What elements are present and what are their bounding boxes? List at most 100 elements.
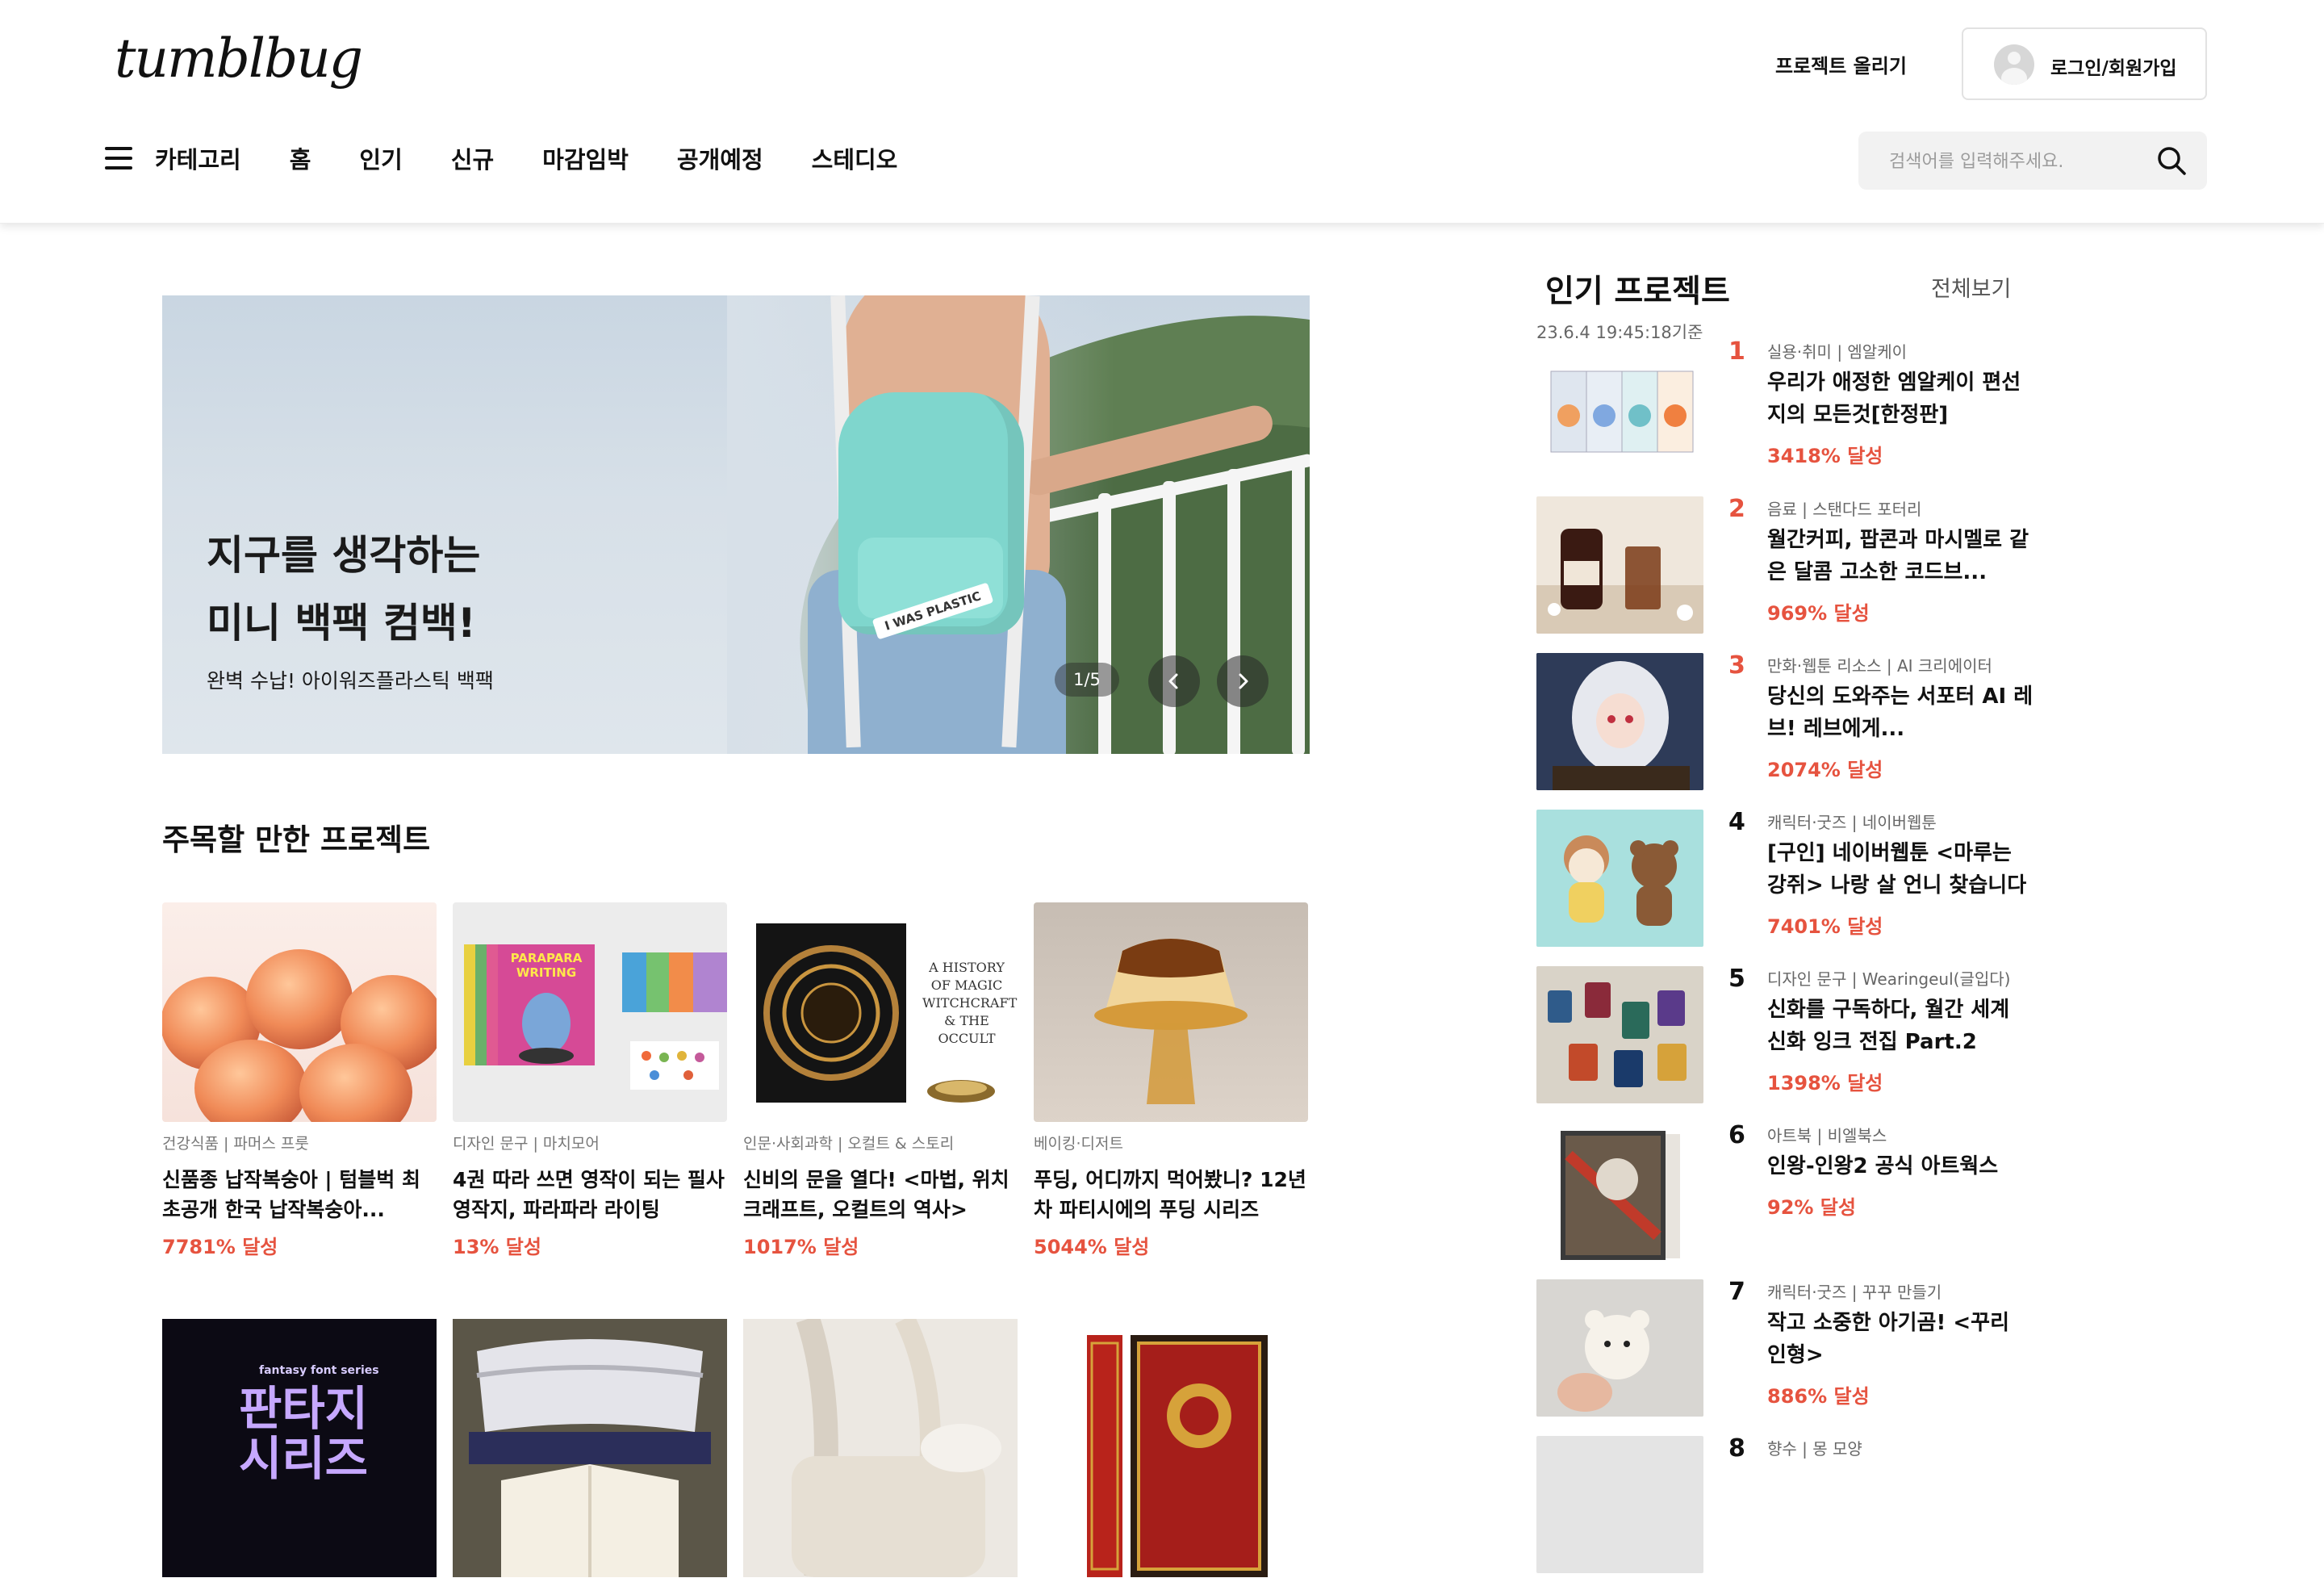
popular-title[interactable]: 인왕-인왕2 공식 아트웍스: [1767, 1150, 2034, 1182]
project-funding-rate: 13% 달성: [453, 1236, 541, 1258]
popular-title[interactable]: 당신의 도와주는 서포터 AI 레브! 레브에게...: [1767, 680, 2034, 745]
popular-thumbnail[interactable]: [1536, 810, 1703, 947]
project-category: 베이킹·디저트: [1034, 1135, 1123, 1153]
pudding-image: [1094, 939, 1248, 1104]
project-funding-rate: 7781% 달성: [162, 1236, 278, 1258]
project-category: 인문·사회과학 | 오컬트 & 스토리: [743, 1135, 955, 1153]
slide-counter: 1/5: [1055, 663, 1119, 697]
project-title[interactable]: 신품종 납작복숭아 | 텀블벅 최초공개 한국 납작복숭아...: [162, 1165, 437, 1224]
popular-item[interactable]: 6 아트북 | 비엘북스 인왕-인왕2 공식 아트웍스 92% 달성: [1536, 1121, 2021, 1265]
upload-project-link[interactable]: 프로젝트 올리기: [1775, 50, 1907, 78]
hero-banner[interactable]: I WAS PLASTIC 지구를 생각하는 미니 백팩 컴백! 완벽 수납! …: [162, 295, 1310, 754]
popular-title[interactable]: 작고 소중한 아기곰! <꾸리 인형>: [1767, 1307, 2034, 1371]
popular-category: 캐릭터·굿즈 | 네이버웹툰: [1767, 813, 1937, 832]
popular-category: 만화·웹툰 리소스 | AI 크리에이터: [1767, 656, 1992, 676]
hero-railing-post: [1098, 493, 1111, 754]
popular-item[interactable]: 1 실용·취미 | 엠알케이 우리가 애정한 엠알케이 편선지의 모든것[한정판…: [1536, 337, 2021, 481]
popular-category: 실용·취미 | 엠알케이: [1767, 342, 1908, 362]
fantasy-series-label: fantasy font series: [259, 1364, 379, 1377]
login-signup-button[interactable]: 로그인/회원가입: [1962, 27, 2207, 100]
hero-railing-post: [1227, 469, 1240, 754]
plush-dolls-image: [1564, 835, 1678, 926]
next-slide-button[interactable]: [1217, 655, 1269, 707]
popular-item[interactable]: 3 만화·웹툰 리소스 | AI 크리에이터 당신의 도와주는 서포터 AI 레…: [1536, 651, 2033, 795]
site-header: tumblbug 프로젝트 올리기 로그인/회원가입 카테고리 홈 인기 신규 …: [0, 0, 2324, 224]
popular-rank: 1: [1728, 337, 1745, 366]
popular-funding-rate: 92% 달성: [1767, 1196, 1856, 1219]
nav-new[interactable]: 신규: [451, 141, 494, 175]
nav-category[interactable]: 카테고리: [155, 141, 241, 175]
project-thumbnail[interactable]: A HISTORY OF MAGIC WITCHCRAFT & THE OCCU…: [743, 902, 1018, 1122]
project-title[interactable]: 신비의 문을 열다! <마법, 위치크래프트, 오컬트의 역사>: [743, 1165, 1018, 1224]
popular-thumbnail[interactable]: [1536, 653, 1703, 790]
artbook-image: [1561, 1131, 1680, 1260]
chevron-right-icon: [1239, 673, 1248, 689]
bear-doll-image: [1536, 1279, 1703, 1417]
project-card[interactable]: PARAPARA WRITING 디자인 문구 | 마치모어 4권 따라 쓰면 …: [453, 902, 727, 1259]
popular-thumbnail[interactable]: [1536, 1436, 1703, 1573]
popular-item[interactable]: 4 캐릭터·굿즈 | 네이버웹툰 [구인] 네이버웹툰 <마루는 강쥐> 나랑 …: [1536, 808, 2026, 952]
hero-railing-post: [1292, 457, 1305, 754]
coffee-image: [1536, 529, 1703, 634]
project-card[interactable]: A HISTORY OF MAGIC WITCHCRAFT & THE OCCU…: [743, 902, 1018, 1259]
popular-rank: 4: [1728, 808, 1745, 836]
popular-title[interactable]: 우리가 애정한 엠알케이 편선지의 모든것[한정판]: [1767, 366, 2034, 431]
project-card[interactable]: 건강식품 | 파머스 프룻 신품종 납작복숭아 | 텀블벅 최초공개 한국 납작…: [162, 902, 437, 1259]
nav-closing-soon[interactable]: 마감임박: [542, 141, 629, 175]
project-thumbnail[interactable]: fantasy font series 판타지 시리즈: [162, 1319, 437, 1577]
popular-title[interactable]: [구인] 네이버웹툰 <마루는 강쥐> 나랑 살 언니 찾습니다: [1767, 837, 2034, 902]
ink-bottles-image: [1548, 982, 1687, 1087]
featured-section-title: 주목할 만한 프로젝트: [162, 822, 431, 857]
popular-category: 향수 | 몽 모양: [1767, 1439, 1862, 1459]
view-all-link[interactable]: 전체보기: [1931, 271, 2011, 303]
logo[interactable]: tumblbug: [115, 27, 363, 90]
popular-category: 음료 | 스탠다드 포터리: [1767, 500, 1922, 519]
project-card[interactable]: 베이킹·디저트 푸딩, 어디까지 먹어봤니? 12년차 파티시에의 푸딩 시리즈…: [1034, 902, 1308, 1259]
project-thumbnail[interactable]: [453, 1319, 727, 1577]
popular-thumbnail[interactable]: [1536, 496, 1703, 634]
popular-category: 아트북 | 비엘북스: [1767, 1126, 1887, 1145]
search-icon[interactable]: [2155, 144, 2188, 177]
workbook-title-text: PARAPARA WRITING: [510, 951, 583, 980]
project-category: 디자인 문구 | 마치모어: [453, 1135, 600, 1153]
popular-rank: 5: [1728, 965, 1745, 993]
nav-home[interactable]: 홈: [290, 141, 311, 175]
project-funding-rate: 1017% 달성: [743, 1236, 859, 1258]
popular-item[interactable]: 5 디자인 문구 | Wearingeul(글입다) 신화를 구독하다, 월간 …: [1536, 965, 2021, 1108]
popular-funding-rate: 7401% 달성: [1767, 915, 1883, 938]
project-thumbnail[interactable]: [743, 1319, 1018, 1577]
popular-title[interactable]: 월간커피, 팝콘과 마시멜로 같은 달콤 고소한 코드브...: [1767, 524, 2034, 588]
nav-steady[interactable]: 스테디오: [812, 141, 898, 175]
popular-thumbnail[interactable]: [1536, 966, 1703, 1103]
search-input[interactable]: [1887, 144, 2133, 178]
prev-slide-button[interactable]: [1148, 655, 1200, 707]
popular-thumbnail[interactable]: [1536, 1123, 1703, 1260]
project-funding-rate: 5044% 달성: [1034, 1236, 1150, 1258]
popular-funding-rate: 969% 달성: [1767, 602, 1870, 625]
user-avatar-icon: [1994, 44, 2034, 85]
pillow-book-image: [453, 1319, 727, 1577]
project-title[interactable]: 4권 따라 쓰면 영작이 되는 필사 영작지, 파라파라 라이팅: [453, 1165, 727, 1224]
popular-item[interactable]: 7 캐릭터·굿즈 | 꾸꾸 만들기 작고 소중한 아기곰! <꾸리 인형> 88…: [1536, 1278, 2021, 1421]
popular-rank: 6: [1728, 1121, 1745, 1149]
popular-thumbnail[interactable]: [1536, 1279, 1703, 1417]
project-thumbnail[interactable]: [1034, 1319, 1308, 1577]
popular-item[interactable]: 2 음료 | 스탠다드 포터리 월간커피, 팝콘과 마시멜로 같은 달콤 고소한…: [1536, 495, 2029, 638]
books-image: [1550, 370, 1694, 453]
bag-image: [792, 1319, 1001, 1577]
project-thumbnail[interactable]: [162, 902, 437, 1122]
popular-rank: 2: [1728, 495, 1745, 523]
chevron-left-icon: [1168, 673, 1178, 689]
hero-title: 지구를 생각하는 미니 백팩 컴백!: [207, 532, 481, 647]
nav-upcoming[interactable]: 공개예정: [677, 141, 763, 175]
menu-icon[interactable]: [105, 147, 132, 170]
popular-rank: 3: [1728, 651, 1745, 680]
project-thumbnail[interactable]: [1034, 902, 1308, 1122]
nav-popular[interactable]: 인기: [359, 141, 402, 175]
project-title[interactable]: 푸딩, 어디까지 먹어봤니? 12년차 파티시에의 푸딩 시리즈: [1034, 1165, 1308, 1224]
anime-character-image: [1536, 653, 1703, 790]
popular-title[interactable]: 신화를 구독하다, 월간 세계 신화 잉크 전집 Part.2: [1767, 994, 2034, 1058]
popular-item[interactable]: 8 향수 | 몽 모양: [1536, 1434, 2021, 1578]
popular-thumbnail[interactable]: [1536, 339, 1703, 476]
project-thumbnail[interactable]: PARAPARA WRITING: [453, 902, 727, 1122]
